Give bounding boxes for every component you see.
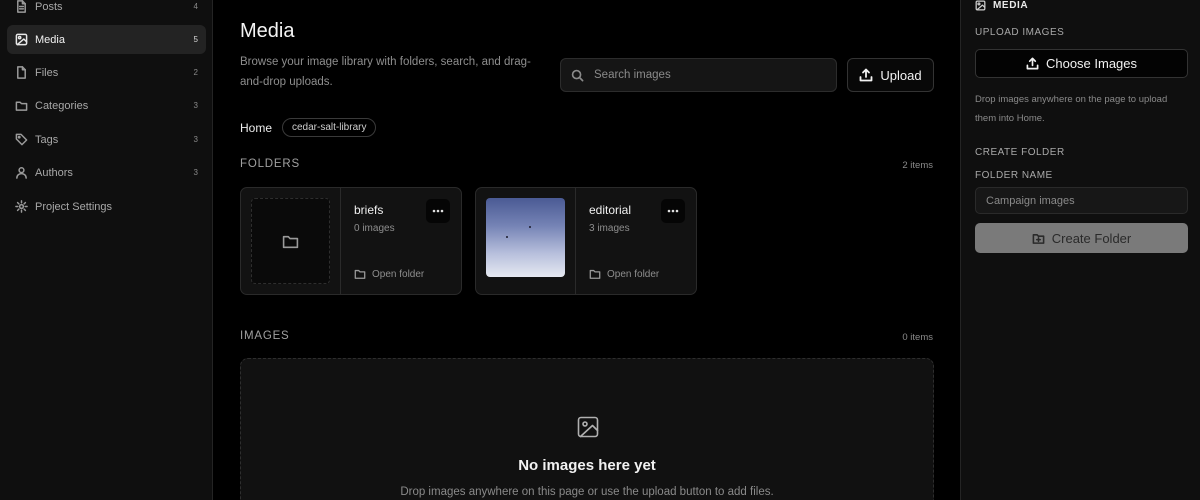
folder-name-label: FOLDER NAME: [975, 170, 1053, 181]
image-icon: [15, 33, 28, 46]
page-title: Media: [240, 20, 295, 42]
sidebar-item-label: Files: [35, 66, 59, 79]
folders-section-title: FOLDERS: [240, 158, 300, 170]
sidebar-item-count: 3: [193, 168, 198, 177]
sidebar-item-label: Categories: [35, 99, 89, 112]
thumbnail-bird: [506, 236, 508, 238]
more-horizontal-icon: [432, 209, 444, 213]
upload-button-label: Upload: [880, 67, 922, 83]
sidebar-item-posts[interactable]: Posts 4: [7, 0, 206, 21]
image-icon: [975, 0, 986, 11]
search-box[interactable]: [560, 58, 837, 92]
more-horizontal-icon: [667, 209, 679, 213]
folder-plus-icon: [1032, 233, 1045, 244]
search-icon: [571, 69, 584, 81]
sidebar-item-authors[interactable]: Authors 3: [7, 158, 206, 187]
folder-image-count: 0 images: [354, 223, 395, 234]
upload-images-label: UPLOAD IMAGES: [975, 27, 1065, 38]
search-input[interactable]: [594, 69, 824, 81]
folder-icon: [282, 235, 299, 248]
breadcrumb-library-chip[interactable]: cedar-salt-library: [282, 118, 377, 137]
image-dropzone[interactable]: No images here yet Drop images anywhere …: [240, 358, 934, 500]
choose-images-button[interactable]: Choose Images: [975, 49, 1188, 78]
sidebar-item-categories[interactable]: Categories 3: [7, 91, 206, 120]
file-icon: [15, 66, 28, 79]
thumbnail-image: [486, 198, 565, 277]
create-folder-button[interactable]: Create Folder: [975, 223, 1188, 253]
folder-image-count: 3 images: [589, 223, 630, 234]
tag-icon: [15, 133, 28, 146]
folder-icon: [589, 269, 601, 279]
sidebar-item-project-settings[interactable]: Project Settings: [7, 192, 206, 221]
upload-button[interactable]: Upload: [847, 58, 934, 92]
folder-card-editorial[interactable]: editorial 3 images Open folder: [475, 187, 697, 295]
gear-icon: [15, 200, 28, 213]
folder-name: briefs: [354, 203, 384, 217]
open-folder-label: Open folder: [372, 268, 425, 280]
user-icon: [15, 166, 28, 179]
upload-icon: [1026, 57, 1039, 70]
folder-more-button[interactable]: [426, 199, 450, 223]
create-folder-label: CREATE FOLDER: [975, 147, 1065, 158]
create-folder-button-label: Create Folder: [1051, 230, 1132, 246]
folder-name: editorial: [589, 203, 632, 217]
main-content: Media Browse your image library with fol…: [214, 0, 960, 500]
empty-state-title: No images here yet: [518, 457, 656, 474]
sidebar-item-label: Tags: [35, 133, 59, 146]
folder-thumbnail: [241, 188, 341, 294]
folder-icon: [354, 269, 366, 279]
folder-more-button[interactable]: [661, 199, 685, 223]
empty-thumbnail: [251, 198, 330, 284]
upload-icon: [859, 68, 873, 82]
panel-heading: MEDIA: [975, 0, 1028, 11]
images-count: 0 items: [902, 332, 933, 343]
sidebar-item-count: 3: [193, 101, 198, 110]
folder-icon: [15, 99, 28, 112]
folder-name-input[interactable]: [975, 187, 1188, 214]
sidebar-item-label: Media: [35, 33, 65, 46]
empty-state-description: Drop images anywhere on this page or use…: [400, 486, 774, 498]
sidebar-item-count: 2: [193, 68, 198, 77]
sidebar-item-media[interactable]: Media 5: [7, 25, 206, 54]
open-folder-link[interactable]: Open folder: [589, 268, 659, 280]
sidebar-item-tags[interactable]: Tags 3: [7, 125, 206, 154]
open-folder-link[interactable]: Open folder: [354, 268, 424, 280]
panel-heading-label: MEDIA: [993, 0, 1029, 11]
sidebar-item-count: 5: [193, 35, 198, 44]
open-folder-label: Open folder: [607, 268, 660, 280]
breadcrumb-home[interactable]: Home: [240, 121, 272, 135]
choose-images-label: Choose Images: [1045, 56, 1138, 71]
folders-count: 2 items: [902, 160, 933, 171]
sidebar-item-label: Project Settings: [35, 200, 113, 213]
media-side-panel: MEDIA UPLOAD IMAGES Choose Images Drop i…: [960, 0, 1200, 500]
sidebar-item-label: Posts: [35, 0, 63, 13]
sidebar-item-files[interactable]: Files 2: [7, 58, 206, 87]
folder-thumbnail: [476, 188, 576, 294]
sidebar-item-count: 3: [193, 135, 198, 144]
image-icon: [576, 415, 600, 439]
images-section-title: IMAGES: [240, 330, 290, 342]
upload-help-text: Drop images anywhere on the page to uplo…: [975, 94, 1168, 124]
sidebar: Posts 4 Media 5 Files 2 Categories 3 Tag…: [0, 0, 213, 500]
document-icon: [15, 0, 28, 13]
sidebar-item-label: Authors: [35, 166, 73, 179]
thumbnail-bird: [529, 226, 531, 228]
page-description: Browse your image library with folders, …: [240, 56, 531, 88]
folder-card-briefs[interactable]: briefs 0 images Open folder: [240, 187, 462, 295]
sidebar-item-count: 4: [193, 2, 198, 11]
